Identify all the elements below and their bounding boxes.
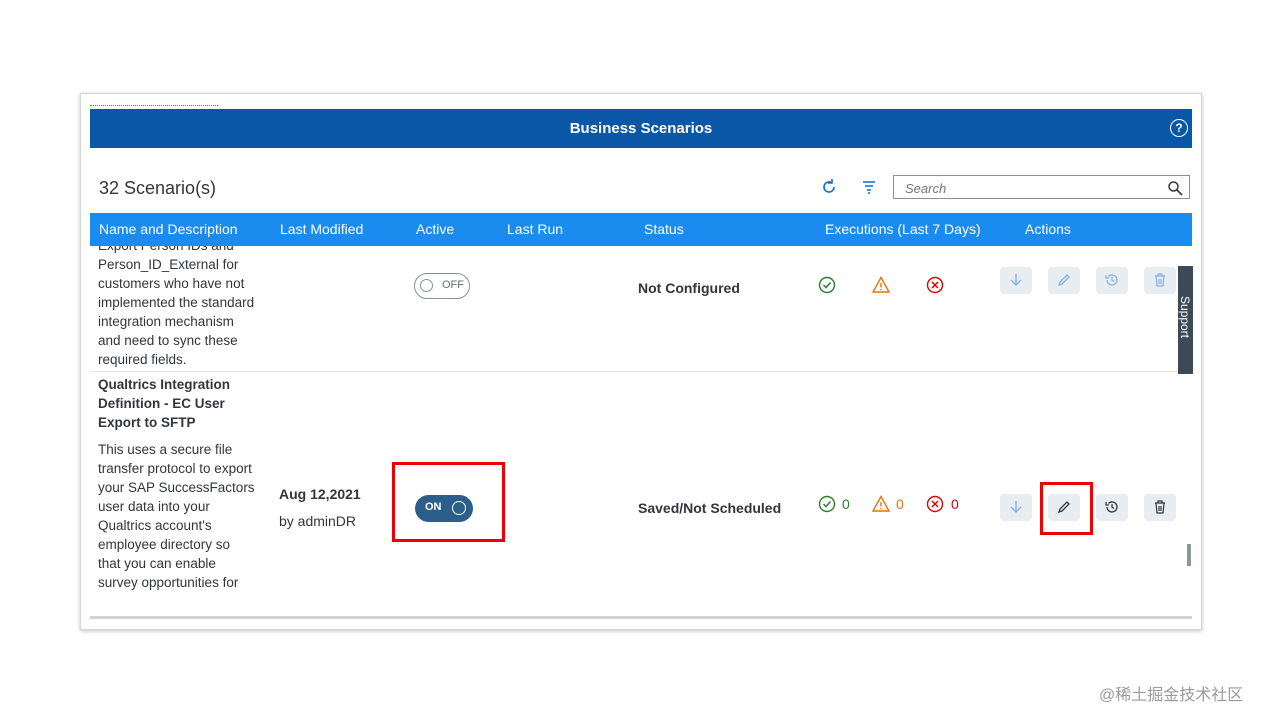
success-count[interactable]: 0	[842, 496, 850, 512]
download-icon	[1010, 501, 1022, 513]
history-button[interactable]	[1096, 267, 1128, 294]
title-bar: Business Scenarios ?	[90, 109, 1192, 148]
desc-line: user data into your	[98, 499, 210, 514]
support-tab[interactable]: Support	[1178, 266, 1193, 374]
status-text: Not Configured	[638, 280, 740, 296]
scenario-count: 32 Scenario(s)	[99, 178, 217, 198]
history-button[interactable]	[1096, 494, 1128, 521]
desc-line: integration mechanism	[98, 314, 234, 329]
pencil-icon	[1057, 274, 1070, 287]
watermark: @稀土掘金技术社区	[1099, 687, 1244, 704]
toggle-label: OFF	[442, 279, 464, 291]
success-icon	[818, 276, 836, 294]
error-count[interactable]: 0	[951, 496, 959, 512]
active-toggle[interactable]: OFF	[414, 273, 470, 299]
desc-line: customers who have not	[98, 276, 245, 291]
col-status[interactable]: Status	[644, 213, 684, 246]
toggle-knob	[420, 279, 433, 292]
row-description: Export Person IDs and Person_ID_External…	[98, 246, 266, 369]
search-field[interactable]	[893, 175, 1190, 199]
edit-button[interactable]	[1048, 267, 1080, 294]
warning-count[interactable]: 0	[896, 496, 904, 512]
scenario-title-line[interactable]: Definition - EC User	[98, 394, 266, 413]
table-header: Name and Description Last Modified Activ…	[90, 213, 1192, 246]
desc-line: Qualtrics account's	[98, 518, 212, 533]
toolbar: 32 Scenario(s)	[90, 172, 1192, 206]
trash-icon	[1155, 273, 1165, 287]
trash-icon	[1155, 500, 1165, 514]
success-icon	[818, 495, 836, 513]
desc-line: employee directory so	[98, 537, 231, 552]
desc-line: survey opportunities for	[98, 575, 239, 590]
desc-line: implemented the standard	[98, 295, 255, 310]
refresh-icon[interactable]	[820, 178, 838, 196]
business-scenarios-panel: Business Scenarios ? 32 Scenario(s) Name…	[80, 93, 1202, 630]
desc-line: This uses a secure file	[98, 442, 233, 457]
last-modified-date: Aug 12,2021	[279, 486, 361, 502]
download-button[interactable]	[1000, 494, 1032, 521]
page-title: Business Scenarios	[569, 120, 713, 137]
history-icon	[1105, 501, 1118, 513]
col-executions[interactable]: Executions (Last 7 Days)	[825, 213, 981, 246]
desc-line: required fields.	[98, 352, 187, 367]
search-icon[interactable]	[1167, 180, 1183, 196]
col-last-modified[interactable]: Last Modified	[280, 213, 363, 246]
col-last-run[interactable]: Last Run	[507, 213, 563, 246]
col-active[interactable]: Active	[416, 213, 454, 246]
history-icon	[1105, 274, 1118, 286]
desc-line: your SAP SuccessFactors	[98, 480, 255, 495]
filter-icon[interactable]	[861, 179, 877, 195]
download-icon	[1010, 274, 1022, 286]
active-toggle-highlight	[392, 462, 505, 542]
status-text: Saved/Not Scheduled	[638, 500, 782, 516]
scrollbar[interactable]	[1187, 544, 1191, 566]
table-row: Qualtrics Integration Definition - EC Us…	[90, 372, 1192, 629]
horizontal-scrollbar[interactable]	[90, 616, 1192, 619]
warning-icon	[871, 495, 891, 512]
desc-line: that you can enable	[98, 556, 216, 571]
desc-line: and need to sync these	[98, 333, 238, 348]
last-modified-by: by adminDR	[279, 513, 357, 529]
desc-line: Person_ID_External for	[98, 257, 239, 272]
delete-button[interactable]	[1144, 494, 1176, 521]
scenario-title-line[interactable]: Export to SFTP	[98, 413, 266, 432]
table-body: Export Person IDs and Person_ID_External…	[90, 246, 1192, 629]
search-input[interactable]	[903, 180, 1157, 197]
scenario-title-line[interactable]: Qualtrics Integration	[98, 375, 266, 394]
top-link[interactable]	[90, 103, 218, 106]
warning-icon	[871, 276, 891, 293]
error-icon	[926, 276, 944, 294]
edit-button-highlight	[1040, 482, 1093, 535]
desc-line: Export Person IDs and	[98, 246, 266, 255]
support-label: Support	[1178, 295, 1193, 339]
row-description: Qualtrics Integration Definition - EC Us…	[98, 375, 266, 592]
table-row: Export Person IDs and Person_ID_External…	[90, 246, 1192, 372]
download-button[interactable]	[1000, 267, 1032, 294]
col-name[interactable]: Name and Description	[99, 213, 238, 246]
col-actions[interactable]: Actions	[1025, 213, 1071, 246]
error-icon	[926, 495, 944, 513]
delete-button[interactable]	[1144, 267, 1176, 294]
desc-line: transfer protocol to export	[98, 461, 252, 476]
help-icon[interactable]: ?	[1170, 119, 1188, 137]
